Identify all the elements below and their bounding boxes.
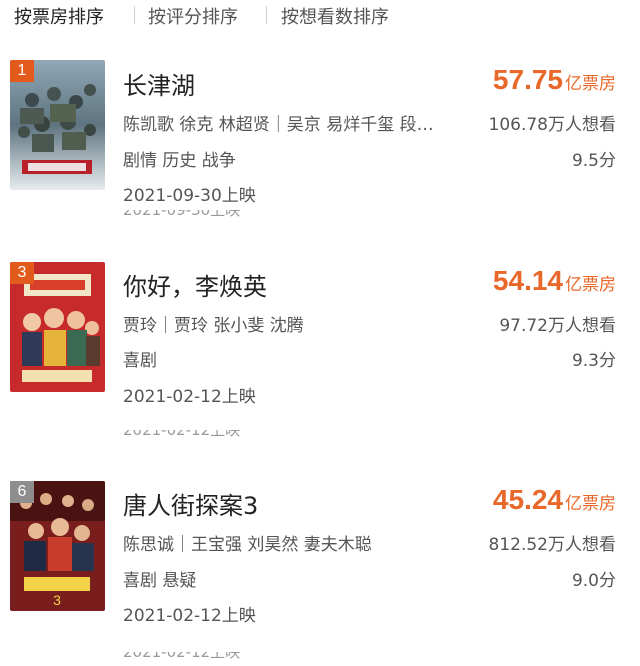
box-office: 57.75 亿票房 [493,64,616,96]
movie-release-date: 2021-02-12上映 [123,606,256,626]
svg-text:3: 3 [53,592,61,608]
clipped-release-date: 2021-09-30上映 [123,210,241,219]
movie-rating: 9.0分 [571,571,616,591]
box-office-unit: 亿票房 [565,275,616,295]
movie-release-date: 2021-09-30上映 [123,186,256,206]
movie-release-date: 2021-02-12上映 [123,387,256,407]
movie-genres: 喜剧 悬疑 [123,571,197,591]
movie-poster-image[interactable]: 3 [10,262,105,392]
box-office-unit: 亿票房 [565,74,616,94]
movie-cast: 陈凯歌 徐克 林超贤｜吴京 易烊千玺 段… [123,115,434,135]
box-office-value: 45.24 [492,484,563,515]
clipped-release-date: 2021-02-12上映 [123,430,241,439]
want-to-see-count: 106.78万人想看 [488,115,616,135]
tab-divider [134,6,135,24]
box-office-unit: 亿票房 [565,494,616,514]
movie-cast: 陈思诚｜王宝强 刘昊然 妻夫木聪 [123,535,372,555]
movie-genres: 喜剧 [123,351,157,371]
movie-title[interactable]: 唐人街探案3 [123,486,258,521]
box-office: 54.14 亿票房 [493,265,616,297]
rank-badge: 1 [10,60,34,82]
movie-cast: 贾玲｜贾玲 张小斐 沈腾 [123,316,304,336]
box-office-value: 57.75 [492,64,563,95]
box-office-value: 54.14 [492,265,563,296]
sort-tabs: 按票房排序 按评分排序 按想看数排序 [0,0,640,30]
movie-genres: 剧情 历史 战争 [123,151,236,171]
movie-rating: 9.3分 [571,351,616,371]
want-to-see-count: 812.52万人想看 [488,535,616,555]
rank-badge: 3 [10,262,34,284]
want-to-see-count: 97.72万人想看 [499,316,616,336]
clipped-release-date: 2021-02-12上映 [123,652,241,661]
box-office: 45.24 亿票房 [493,484,616,516]
rank-badge: 6 [10,481,34,503]
movie-title[interactable]: 长津湖 [123,66,195,101]
tab-sort-by-box-office[interactable]: 按票房排序 [14,3,104,29]
tab-divider [266,6,267,24]
movie-rating: 9.5分 [571,151,616,171]
movie-poster-image[interactable]: 3 6 [10,481,105,611]
tab-sort-by-rating[interactable]: 按评分排序 [148,3,238,29]
tab-sort-by-want-to-see[interactable]: 按想看数排序 [281,3,389,29]
movie-title[interactable]: 你好，李焕英 [123,267,267,302]
movie-poster-image[interactable]: 1 [10,60,105,190]
